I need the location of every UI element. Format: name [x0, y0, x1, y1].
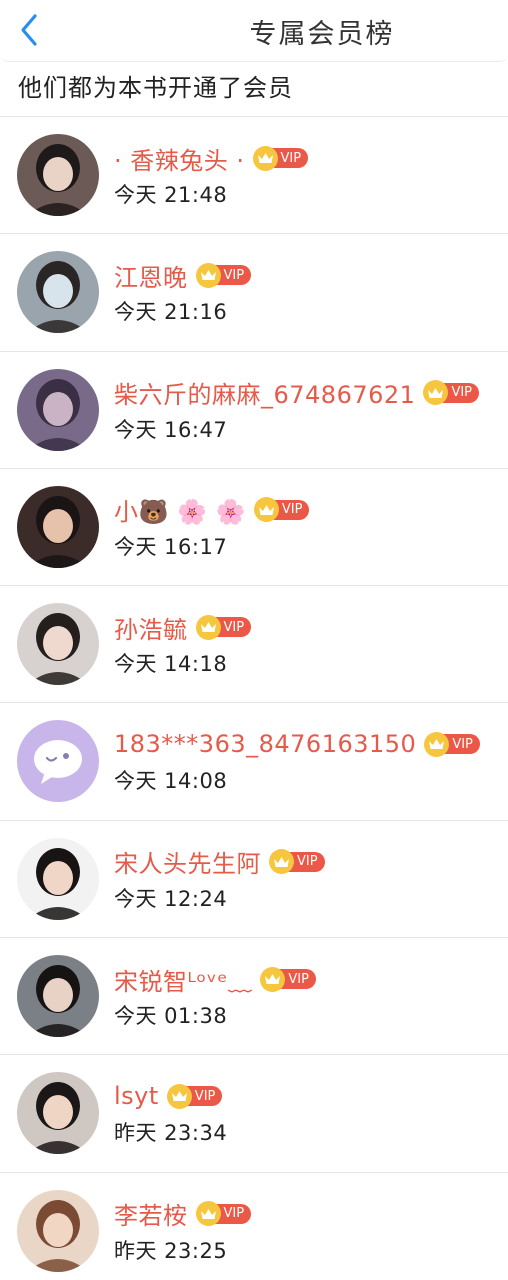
- vip-badge: VIP: [195, 262, 252, 288]
- member-name[interactable]: 小🐻 🌸 🌸: [114, 492, 246, 527]
- member-time: 今天 01:38: [114, 1004, 228, 1029]
- member-row[interactable]: 孙浩毓 VIP 今天 14:18: [0, 586, 508, 704]
- member-time: 今天 21:48: [114, 183, 228, 207]
- member-time: 今天 14:08: [114, 769, 228, 794]
- crown-icon: [195, 1201, 221, 1227]
- member-row[interactable]: 183***363_8476163150 VIP 今天 14:08: [0, 703, 508, 821]
- avatar[interactable]: [17, 603, 99, 686]
- crown-icon: [195, 262, 221, 288]
- member-name[interactable]: 183***363_8476163150: [114, 730, 416, 758]
- vip-badge: VIP: [260, 966, 316, 992]
- member-time: 昨天 23:25: [114, 1238, 228, 1263]
- vip-badge: VIP: [253, 497, 310, 523]
- member-list: · 香辣兔头 · VIP 今天 21:48 江恩晚 VIP 今天 21:16 柴…: [0, 117, 508, 1280]
- avatar[interactable]: [17, 720, 99, 803]
- member-name[interactable]: lsyt: [114, 1082, 159, 1110]
- member-row[interactable]: 小🐻 🌸 🌸 VIP 今天 16:17: [0, 469, 508, 587]
- member-time: 今天 16:17: [114, 534, 228, 559]
- vip-badge: VIP: [423, 380, 480, 406]
- member-time: 今天 21:16: [114, 300, 228, 325]
- avatar[interactable]: [17, 837, 99, 920]
- member-name[interactable]: 李若桉: [114, 1196, 188, 1231]
- vip-badge: VIP: [269, 849, 325, 875]
- member-name[interactable]: 江恩晚: [114, 258, 188, 293]
- crown-icon: [252, 145, 278, 171]
- vip-badge: VIP: [424, 731, 480, 757]
- crown-icon: [195, 614, 221, 640]
- member-name[interactable]: · 香辣兔头 ·: [114, 141, 245, 176]
- member-time: 今天 14:18: [114, 652, 228, 677]
- member-row[interactable]: 李若桉 VIP 昨天 23:25: [0, 1173, 508, 1280]
- member-row[interactable]: 柴六斤的麻麻_674867621 VIP 今天 16:47: [0, 352, 508, 469]
- avatar[interactable]: [17, 485, 99, 568]
- avatar[interactable]: [17, 1189, 99, 1272]
- member-row[interactable]: · 香辣兔头 · VIP 今天 21:48: [0, 117, 508, 235]
- member-row[interactable]: 江恩晚 VIP 今天 21:16: [0, 234, 508, 352]
- crown-icon: [260, 966, 286, 992]
- vip-badge: VIP: [195, 614, 252, 640]
- vip-badge: VIP: [195, 1201, 252, 1227]
- member-name[interactable]: 宋人头先生阿: [114, 844, 261, 879]
- page-title: 专属会员榜: [249, 19, 395, 50]
- member-time: 今天 12:24: [114, 886, 228, 911]
- member-time: 昨天 23:34: [114, 1121, 228, 1146]
- member-name[interactable]: 孙浩毓: [114, 610, 188, 645]
- crown-icon: [166, 1083, 192, 1109]
- member-name[interactable]: 柴六斤的麻麻_674867621: [114, 375, 415, 410]
- member-row[interactable]: 宋锐智ᴸᵒᵛᵉ﹏ VIP 今天 01:38: [0, 938, 508, 1056]
- avatar[interactable]: [17, 134, 99, 216]
- member-row[interactable]: lsyt VIP 昨天 23:34: [0, 1055, 508, 1173]
- top-nav-bar: 专属会员榜: [0, 0, 508, 62]
- avatar[interactable]: [17, 251, 99, 334]
- member-row[interactable]: 宋人头先生阿 VIP 今天 12:24: [0, 821, 508, 939]
- avatar[interactable]: [17, 955, 99, 1038]
- avatar[interactable]: [17, 368, 99, 451]
- member-time: 今天 16:47: [114, 417, 228, 442]
- avatar[interactable]: [17, 1072, 99, 1155]
- section-subtitle: 他们都为本书开通了会员: [18, 74, 293, 102]
- vip-badge: VIP: [166, 1083, 223, 1109]
- member-name[interactable]: 宋锐智ᴸᵒᵛᵉ﹏: [114, 962, 252, 997]
- vip-badge: VIP: [252, 145, 309, 171]
